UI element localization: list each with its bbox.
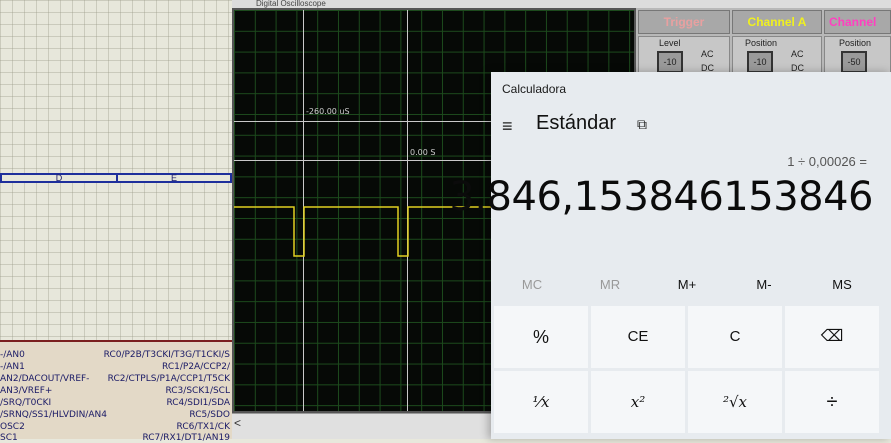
memory-store-button[interactable]: MS: [803, 277, 881, 292]
hamburger-menu-icon[interactable]: ≡: [502, 116, 513, 137]
bus-label-e: E: [170, 173, 177, 183]
clear-entry-button[interactable]: CE: [591, 306, 685, 368]
clear-button[interactable]: C: [688, 306, 782, 368]
pin-label: -/AN1: [0, 362, 25, 372]
backspace-button[interactable]: ⌫: [785, 306, 879, 368]
calculator-title: Calculadora: [502, 82, 567, 96]
microcontroller-chip[interactable]: -/AN0 -/AN1 AN2/DACOUT/VREF- AN3/VREF+ /…: [0, 340, 232, 443]
pin-label: AN2/DACOUT/VREF-: [0, 374, 90, 384]
pin-label: SC1: [0, 433, 18, 443]
percent-button[interactable]: %: [494, 306, 588, 368]
pin-label: RC1/P2A/CCP2/: [162, 362, 230, 372]
calculator-display: 3.846,153846153846: [449, 174, 873, 220]
pin-label: /SRQ/T0CKI: [0, 398, 52, 408]
channel-b-header: Channel: [824, 10, 891, 34]
memory-add-button[interactable]: M+: [648, 277, 726, 292]
channel-a-ac-label[interactable]: AC: [791, 49, 804, 59]
pin-label: /SRNQ/SS1/HLVDIN/AN4: [0, 410, 107, 420]
calculator-window[interactable]: Calculadora ≡ Estándar ⧉ 1 ÷ 0,00026 = 3…: [449, 72, 891, 439]
channel-a-position-label: Position: [745, 38, 778, 48]
pin-label: RC5/SDO: [189, 410, 230, 420]
divide-button[interactable]: ÷: [785, 371, 879, 433]
memory-subtract-button[interactable]: M-: [725, 277, 803, 292]
pin-label: RC2/CTPLS/P1A/CCP1/T5CK: [107, 374, 230, 384]
memory-clear-button[interactable]: MC: [493, 277, 571, 292]
pin-label: AN3/VREF+: [0, 386, 53, 396]
channel-a-header: Channel A: [732, 10, 822, 34]
memory-recall-button[interactable]: MR: [571, 277, 649, 292]
square-button[interactable]: x²: [591, 371, 685, 433]
pin-label: RC3/SCK1/SCL: [165, 386, 230, 396]
pin-label: RC7/RX1/DT1/AN19: [142, 433, 230, 443]
oscilloscope-title-bar: Digital Oscilloscope: [232, 0, 891, 8]
schematic-canvas[interactable]: D E -/AN0 -/AN1 AN2/DACOUT/VREF- AN3/VRE…: [0, 0, 232, 443]
trigger-ac-label[interactable]: AC: [701, 49, 714, 59]
channel-a-position-knob[interactable]: -10: [747, 51, 773, 73]
square-root-button[interactable]: ²√x: [688, 371, 782, 433]
bus-label-d: D: [55, 173, 63, 183]
trigger-level-label: Level: [659, 38, 681, 48]
trigger-level-knob[interactable]: -10: [657, 51, 683, 73]
pin-label: RC4/SDI1/SDA: [166, 398, 230, 408]
channel-b-position-knob[interactable]: -50: [841, 51, 867, 73]
pin-label: -/AN0: [0, 350, 25, 360]
reciprocal-button[interactable]: ¹⁄x: [494, 371, 588, 433]
calculator-expression: 1 ÷ 0,00026 =: [787, 154, 867, 169]
calculator-mode-title: Estándar: [536, 112, 617, 134]
pin-label: RC6/TX1/CK: [176, 422, 230, 432]
bus-segment-e: E: [116, 173, 232, 183]
channel-b-position-label: Position: [839, 38, 872, 48]
pin-label: RC0/P2B/T3CKI/T3G/T1CKI/S: [103, 350, 230, 360]
bus-segment-d: D: [0, 173, 118, 183]
trigger-header: Trigger: [638, 10, 730, 34]
scroll-left-arrow-icon[interactable]: <: [234, 416, 241, 430]
pin-label: OSC2: [0, 422, 25, 432]
keep-on-top-icon[interactable]: ⧉: [637, 116, 647, 133]
